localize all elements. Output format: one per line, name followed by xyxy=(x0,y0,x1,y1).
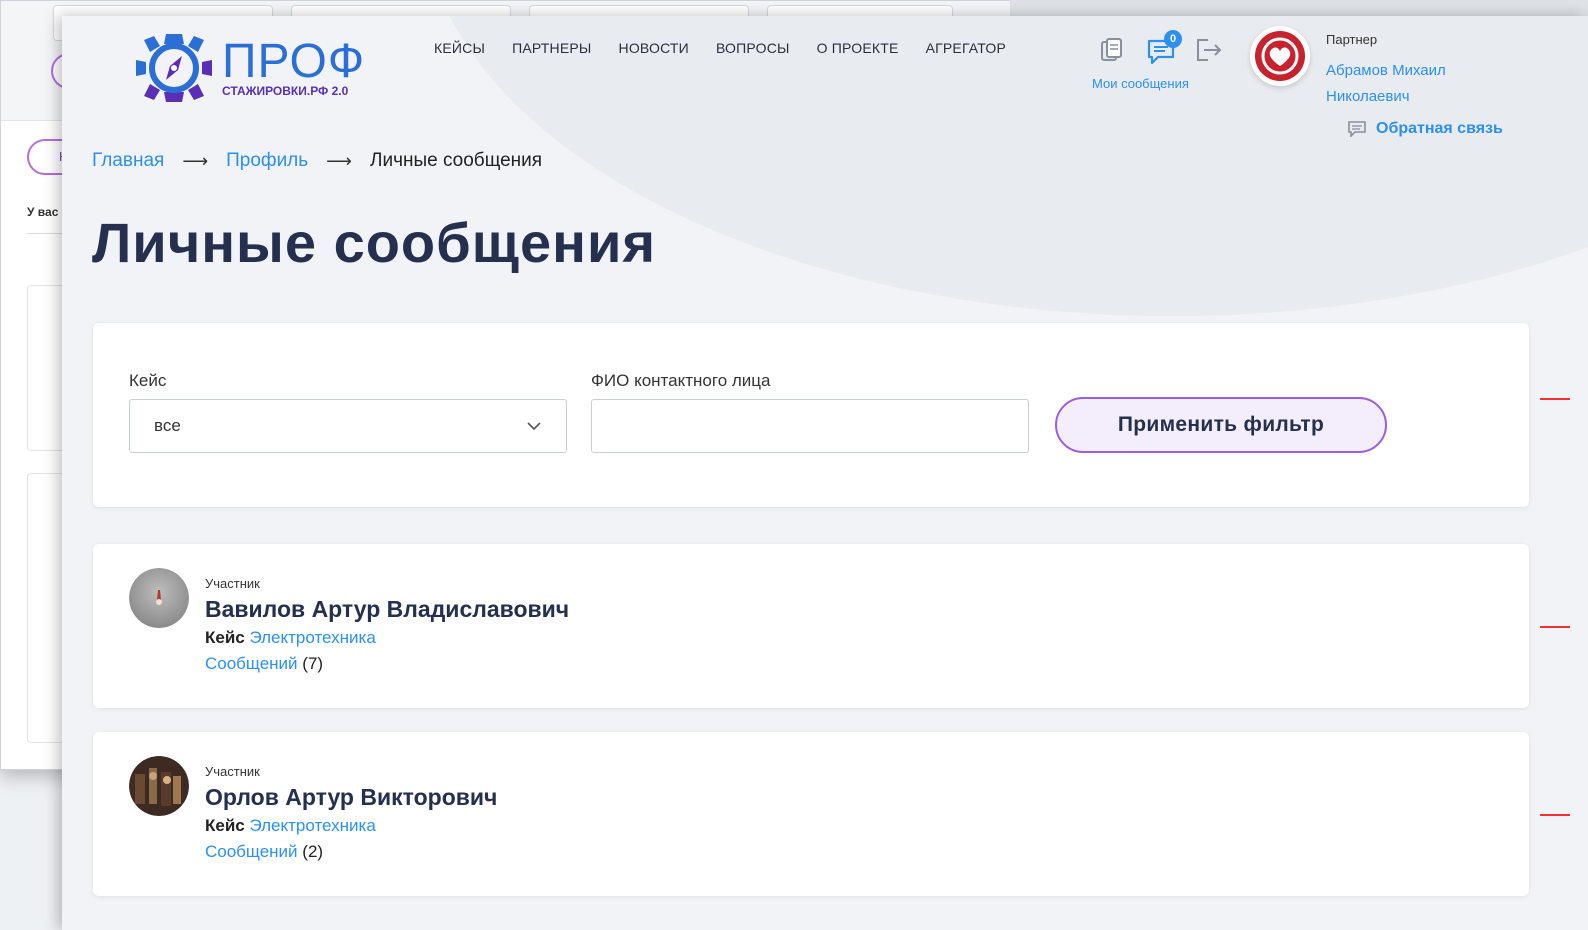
contact-avatar[interactable] xyxy=(129,568,189,628)
nav-item-partners[interactable]: ПАРТНЕРЫ xyxy=(512,40,591,56)
messages-count: (2) xyxy=(302,842,324,861)
breadcrumb-home[interactable]: Главная xyxy=(92,150,164,172)
contact-name[interactable]: Орлов Артур Викторович xyxy=(205,784,497,811)
header-actions: 0 Мои сообщения xyxy=(1092,30,1232,91)
messages-link[interactable]: Сообщений xyxy=(205,654,298,673)
case-label: Кейс xyxy=(205,628,245,647)
feedback-link[interactable]: Обратная связь xyxy=(1348,120,1503,138)
breadcrumb-current: Личные сообщения xyxy=(369,150,543,171)
case-filter-value: все xyxy=(154,416,181,435)
contact-messages: Сообщений (2) xyxy=(205,842,323,862)
chat-icon xyxy=(1348,121,1366,137)
background-card xyxy=(27,285,67,451)
contact-case: Кейс Электротехника xyxy=(205,816,376,836)
background-label: У вас xyxy=(27,205,59,219)
contact-avatar[interactable] xyxy=(129,756,189,816)
nav-item-about[interactable]: О ПРОЕКТЕ xyxy=(817,40,899,56)
nav-item-aggregator[interactable]: АГРЕГАТОР xyxy=(926,40,1006,56)
case-filter-label: Кейс xyxy=(129,371,167,390)
heart-logo-icon xyxy=(1255,31,1305,81)
logout-icon[interactable] xyxy=(1194,36,1222,64)
contact-case: Кейс Электротехника xyxy=(205,628,376,648)
messages-icon[interactable]: 0 xyxy=(1146,30,1182,65)
chevron-down-icon xyxy=(527,422,541,431)
annotation-mark xyxy=(1540,814,1570,816)
page-title: Личные сообщения xyxy=(92,211,657,274)
gear-compass-icon xyxy=(136,34,212,102)
messages-count-badge: 0 xyxy=(1164,30,1182,48)
case-link[interactable]: Электротехника xyxy=(249,816,375,835)
breadcrumb-profile[interactable]: Профиль xyxy=(226,150,308,172)
contact-role: Участник xyxy=(205,764,260,779)
filter-panel: Кейс все ФИО контактного лица Применить … xyxy=(93,323,1529,507)
contact-name[interactable]: Вавилов Артур Владиславович xyxy=(205,596,569,623)
annotation-mark xyxy=(1540,626,1570,628)
background-divider xyxy=(27,233,67,234)
apply-filter-button[interactable]: Применить фильтр xyxy=(1055,397,1387,453)
site-logo[interactable]: ПРОФ СТАЖИРОВКИ.РФ 2.0 xyxy=(130,28,365,108)
case-label: Кейс xyxy=(205,816,245,835)
background-card xyxy=(27,473,67,743)
contact-card[interactable]: Участник Вавилов Артур Владиславович Кей… xyxy=(93,544,1529,708)
case-filter-select[interactable]: все xyxy=(129,399,567,453)
nav-item-questions[interactable]: ВОПРОСЫ xyxy=(716,40,790,56)
annotation-mark xyxy=(1540,398,1570,400)
breadcrumb: Главная ⟶ Профиль ⟶ Личные сообщения xyxy=(92,150,542,172)
contact-card[interactable]: Участник Орлов Артур Викторович Кейс Эле… xyxy=(93,732,1529,896)
messages-count: (7) xyxy=(302,654,324,673)
breadcrumb-arrow-icon: ⟶ xyxy=(182,150,209,171)
user-name-link[interactable]: Абрамов Михаил Николаевич xyxy=(1326,58,1526,110)
main-nav: КЕЙСЫ ПАРТНЕРЫ НОВОСТИ ВОПРОСЫ О ПРОЕКТЕ… xyxy=(434,40,1006,56)
my-messages-link[interactable]: Мои сообщения xyxy=(1092,76,1232,91)
documents-icon[interactable] xyxy=(1098,36,1126,64)
nav-item-news[interactable]: НОВОСТИ xyxy=(619,40,689,56)
user-role: Партнер xyxy=(1326,32,1378,47)
messages-link[interactable]: Сообщений xyxy=(205,842,298,861)
feedback-label: Обратная связь xyxy=(1376,120,1503,137)
breadcrumb-arrow-icon: ⟶ xyxy=(326,150,352,171)
contact-name-input[interactable] xyxy=(591,399,1029,453)
logo-subtitle: СТАЖИРОВКИ.РФ 2.0 xyxy=(222,84,349,98)
contact-filter-label: ФИО контактного лица xyxy=(591,371,771,390)
contact-messages: Сообщений (7) xyxy=(205,654,323,674)
case-link[interactable]: Электротехника xyxy=(249,628,375,647)
partner-avatar[interactable] xyxy=(1250,26,1310,86)
main-window: ПРОФ СТАЖИРОВКИ.РФ 2.0 КЕЙСЫ ПАРТНЕРЫ НО… xyxy=(62,16,1588,930)
contact-role: Участник xyxy=(205,576,260,591)
logo-title: ПРОФ xyxy=(222,35,366,88)
nav-item-cases[interactable]: КЕЙСЫ xyxy=(434,40,485,56)
